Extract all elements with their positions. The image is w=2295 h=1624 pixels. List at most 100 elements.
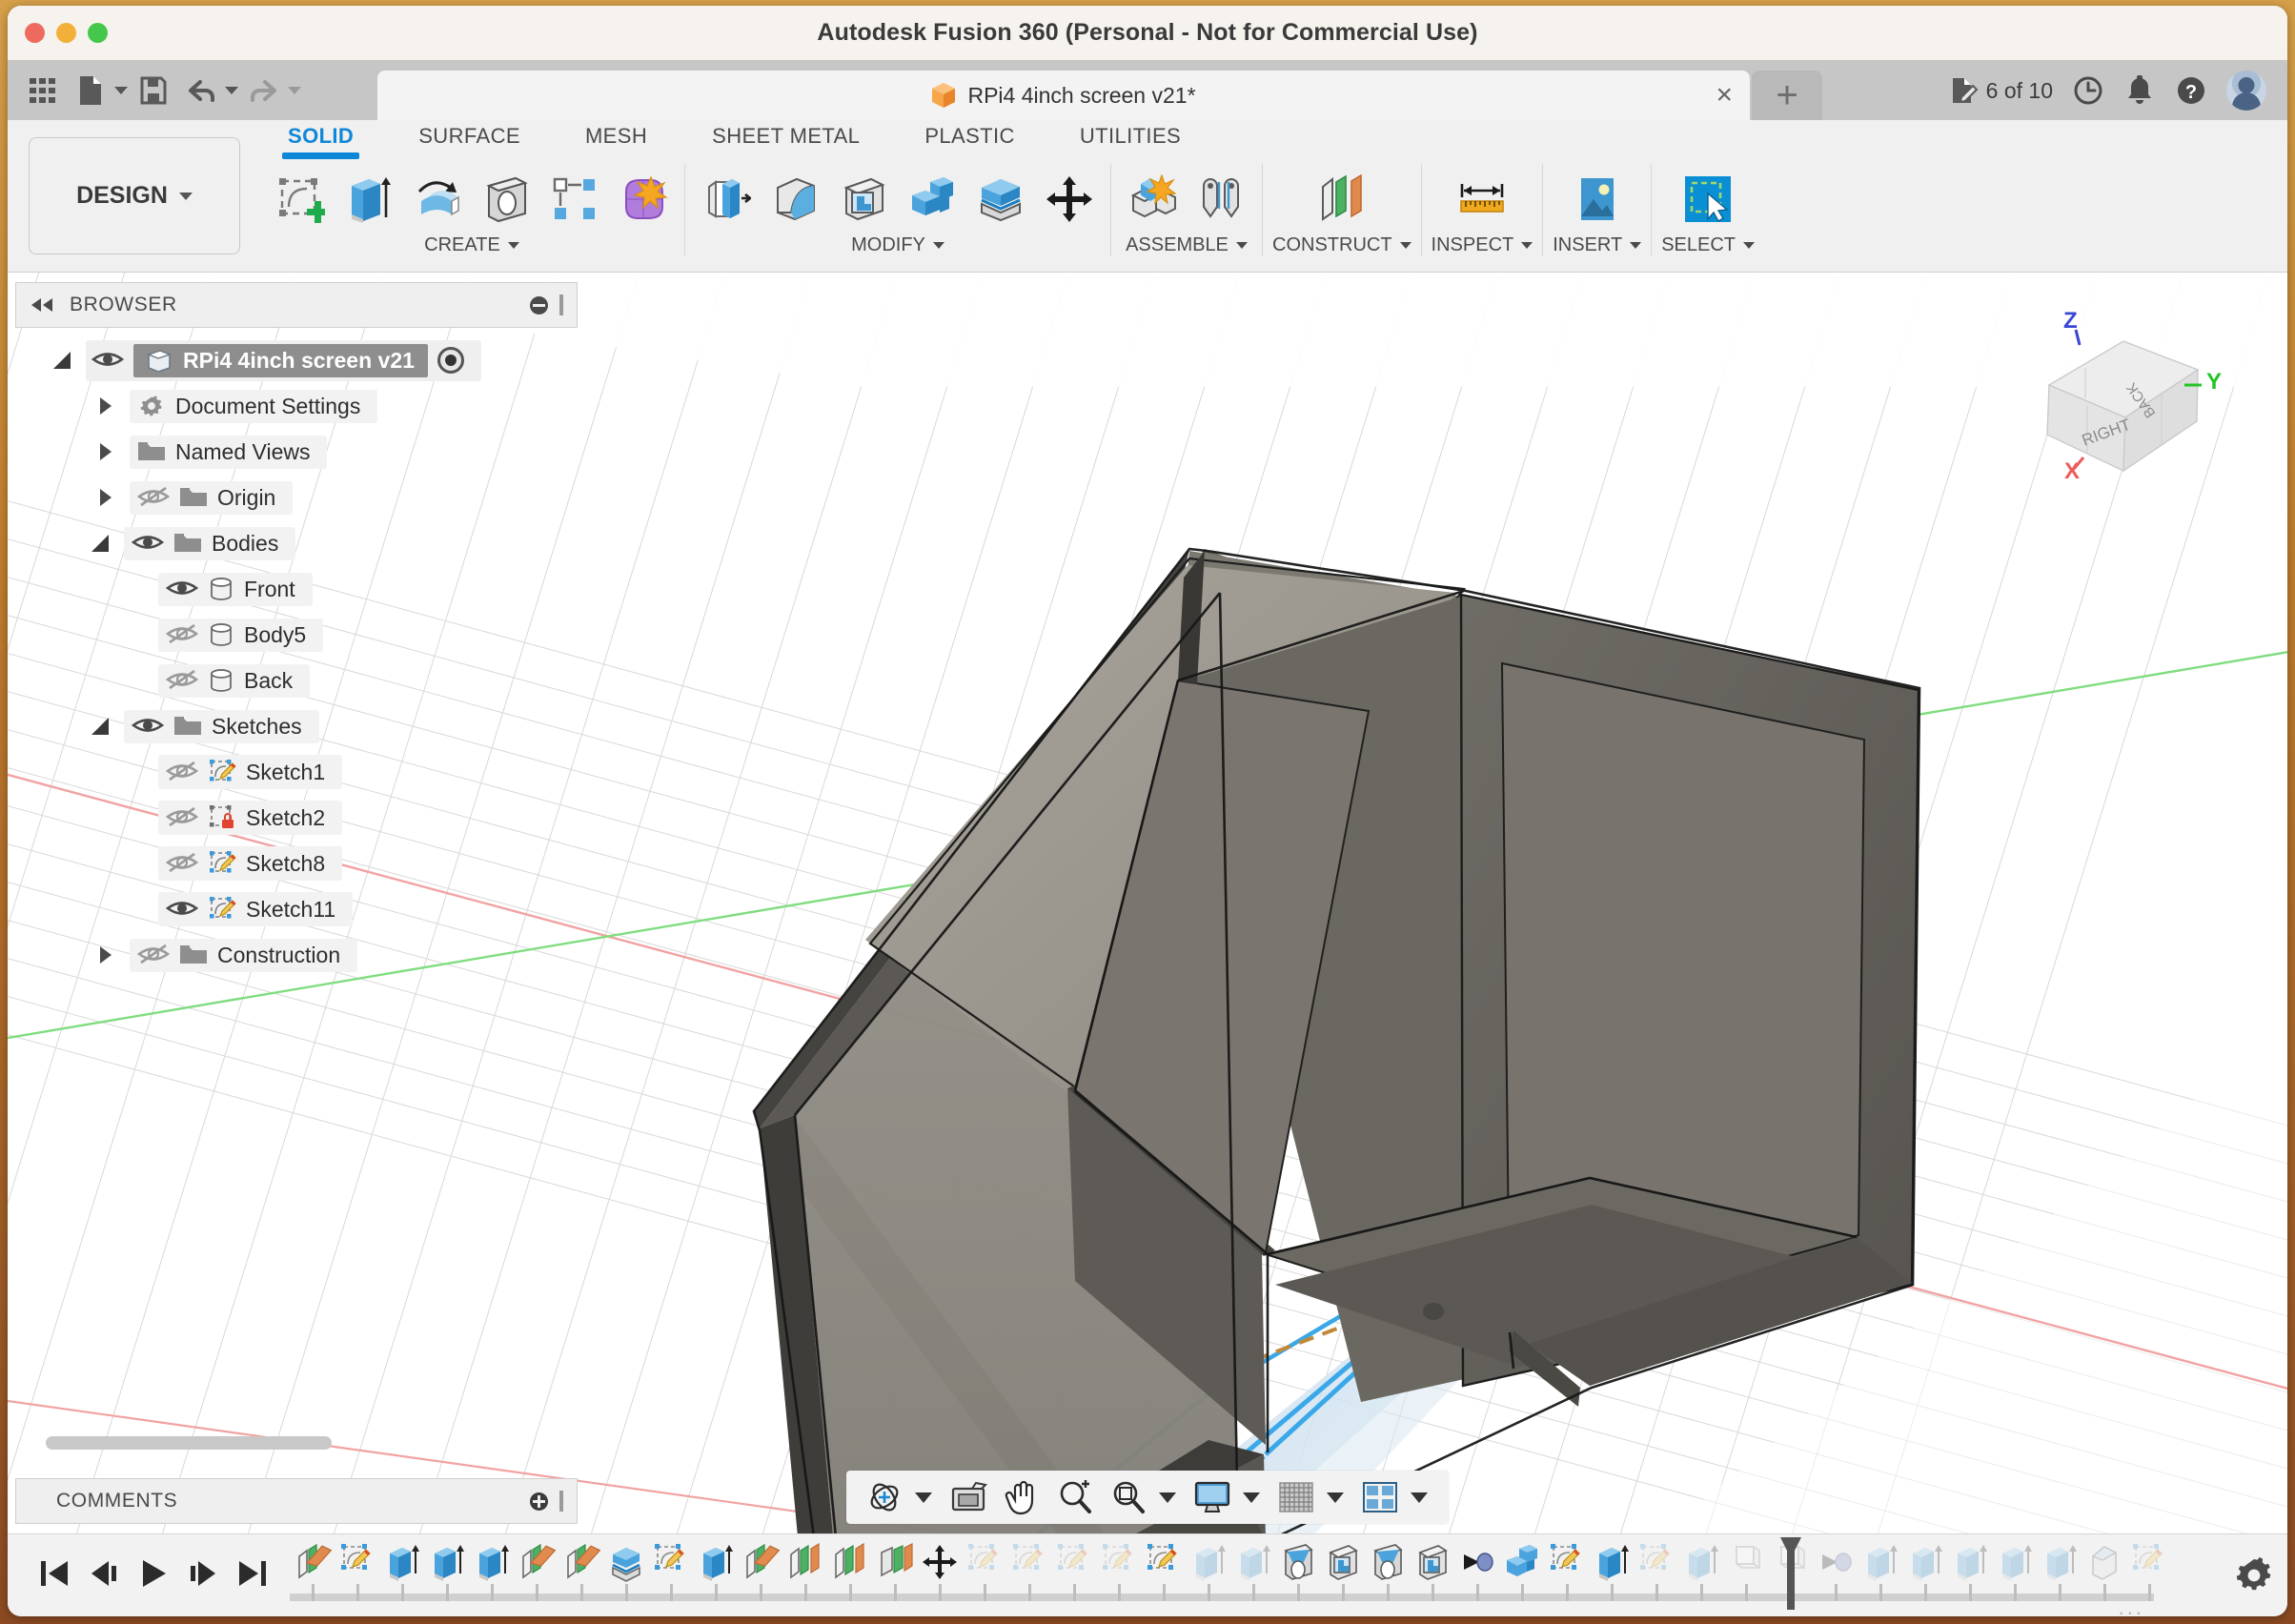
create-panel-menu[interactable]: CREATE	[424, 234, 519, 256]
expander-closed-icon[interactable]	[100, 489, 112, 506]
split-face-button[interactable]	[969, 166, 1032, 233]
tree-row-sketch2[interactable]: Sketch2	[15, 795, 578, 841]
component-name-chip[interactable]: RPi4 4inch screen v21	[133, 344, 428, 377]
new-document-button[interactable]	[69, 69, 128, 112]
timeline-feature[interactable]	[1947, 1542, 1992, 1597]
visibility-off-icon[interactable]	[137, 485, 170, 510]
new-tab-button[interactable]: +	[1752, 71, 1822, 120]
timeline-feature[interactable]	[917, 1542, 962, 1597]
select-window-button[interactable]	[1674, 166, 1742, 233]
display-settings-icon[interactable]	[1188, 1474, 1237, 1520]
panel-resize-grip[interactable]	[559, 1491, 563, 1512]
timeline-feature[interactable]	[872, 1542, 917, 1597]
timeline-feature[interactable]	[1723, 1542, 1768, 1597]
tab-plastic[interactable]: PLASTIC	[892, 120, 1047, 149]
timeline-feature[interactable]	[335, 1542, 379, 1597]
offset-plane-button[interactable]	[1308, 166, 1376, 233]
expander-open-icon[interactable]	[91, 535, 109, 552]
expander-closed-icon[interactable]	[100, 443, 112, 460]
timeline-feature[interactable]	[469, 1542, 514, 1597]
add-comment-icon[interactable]	[530, 1492, 548, 1511]
workspace-switcher[interactable]: DESIGN	[29, 137, 240, 254]
timeline-feature[interactable]	[1186, 1542, 1230, 1597]
visibility-toggle-icon[interactable]	[166, 897, 198, 922]
play-button[interactable]	[137, 1558, 170, 1594]
tree-row-body-body5[interactable]: Body5	[15, 612, 578, 658]
rectangular-pattern-button[interactable]	[543, 166, 606, 233]
timeline-feature[interactable]	[1410, 1542, 1454, 1597]
timeline-feature[interactable]	[290, 1542, 335, 1597]
tree-row-bodies[interactable]: Bodies	[15, 520, 578, 566]
tab-sheet-metal[interactable]: SHEET METAL	[680, 120, 892, 149]
timeline-feature[interactable]	[1275, 1542, 1320, 1597]
timeline-feature[interactable]	[379, 1542, 424, 1597]
visibility-toggle-icon[interactable]	[132, 714, 164, 739]
tab-solid[interactable]: SOLID	[255, 120, 386, 149]
create-form-button[interactable]	[612, 166, 675, 233]
timeline-feature[interactable]	[1544, 1542, 1589, 1597]
timeline-feature[interactable]	[693, 1542, 738, 1597]
tree-row-component-root[interactable]: RPi4 4inch screen v21	[15, 337, 578, 383]
history-icon[interactable]	[2072, 74, 2104, 107]
save-button[interactable]	[132, 69, 175, 112]
tree-row-sketch1[interactable]: Sketch1	[15, 749, 578, 795]
tree-row-body-back[interactable]: Back	[15, 658, 578, 703]
timeline-feature[interactable]	[424, 1542, 469, 1597]
notifications-icon[interactable]	[2123, 74, 2156, 107]
account-avatar[interactable]	[2226, 71, 2266, 111]
tree-row-origin[interactable]: Origin	[15, 475, 578, 520]
app-grid-icon[interactable]	[21, 69, 65, 112]
timeline-feature[interactable]	[782, 1542, 827, 1597]
timeline-feature[interactable]	[1678, 1542, 1723, 1597]
hole-button[interactable]	[475, 166, 538, 233]
step-back-button[interactable]	[88, 1558, 120, 1594]
timeline-feature[interactable]	[1051, 1542, 1096, 1597]
visibility-off-icon[interactable]	[166, 668, 198, 693]
redo-button[interactable]	[242, 69, 301, 112]
visibility-toggle-icon[interactable]	[91, 348, 124, 373]
tree-row-document-settings[interactable]: Document Settings	[15, 383, 578, 429]
viewports-icon[interactable]	[1355, 1474, 1405, 1520]
expander-closed-icon[interactable]	[100, 946, 112, 964]
zoom-icon[interactable]	[1050, 1474, 1100, 1520]
visibility-off-icon[interactable]	[166, 805, 198, 830]
panel-resize-grip[interactable]	[559, 294, 563, 315]
chevron-down-icon[interactable]	[1243, 1492, 1260, 1503]
expander-closed-icon[interactable]	[100, 397, 112, 415]
insert-panel-menu[interactable]: INSERT	[1553, 234, 1641, 256]
timeline-marker[interactable]	[1779, 1536, 1802, 1611]
tree-row-sketch11[interactable]: Sketch11	[15, 886, 578, 932]
chevron-down-icon[interactable]	[1159, 1492, 1176, 1503]
timeline-feature[interactable]	[1454, 1542, 1499, 1597]
create-sketch-button[interactable]	[269, 166, 332, 233]
tree-row-sketch8[interactable]: Sketch8	[15, 841, 578, 886]
fillet-button[interactable]	[763, 166, 826, 233]
version-indicator[interactable]: 6 of 10	[1950, 76, 2053, 105]
press-pull-button[interactable]	[695, 166, 758, 233]
shell-button[interactable]	[832, 166, 895, 233]
extrude-button[interactable]	[337, 166, 400, 233]
zoom-window-icon[interactable]	[1104, 1474, 1153, 1520]
timeline-feature[interactable]	[1006, 1542, 1051, 1597]
insert-canvas-button[interactable]	[1563, 166, 1632, 233]
undo-button[interactable]	[179, 69, 238, 112]
activate-component-radio[interactable]	[437, 347, 464, 374]
inspect-panel-menu[interactable]: INSPECT	[1432, 234, 1533, 256]
help-icon[interactable]: ?	[2175, 74, 2207, 107]
grid-snaps-icon[interactable]	[1271, 1474, 1321, 1520]
timeline-feature[interactable]	[962, 1542, 1006, 1597]
tree-row-named-views[interactable]: Named Views	[15, 429, 578, 475]
timeline-feature[interactable]	[1858, 1542, 1902, 1597]
timeline-track[interactable]: ...	[290, 1534, 2221, 1616]
revolve-button[interactable]	[406, 166, 469, 233]
select-panel-menu[interactable]: SELECT	[1661, 234, 1755, 256]
visibility-off-icon[interactable]	[166, 760, 198, 784]
timeline-feature[interactable]	[648, 1542, 693, 1597]
go-to-beginning-button[interactable]	[38, 1558, 71, 1594]
timeline-feature[interactable]	[1902, 1542, 1947, 1597]
collapse-panel-icon[interactable]	[30, 297, 54, 313]
tab-mesh[interactable]: MESH	[553, 120, 680, 149]
orbit-icon[interactable]	[860, 1474, 909, 1520]
step-forward-button[interactable]	[187, 1558, 219, 1594]
expander-open-icon[interactable]	[91, 718, 109, 735]
